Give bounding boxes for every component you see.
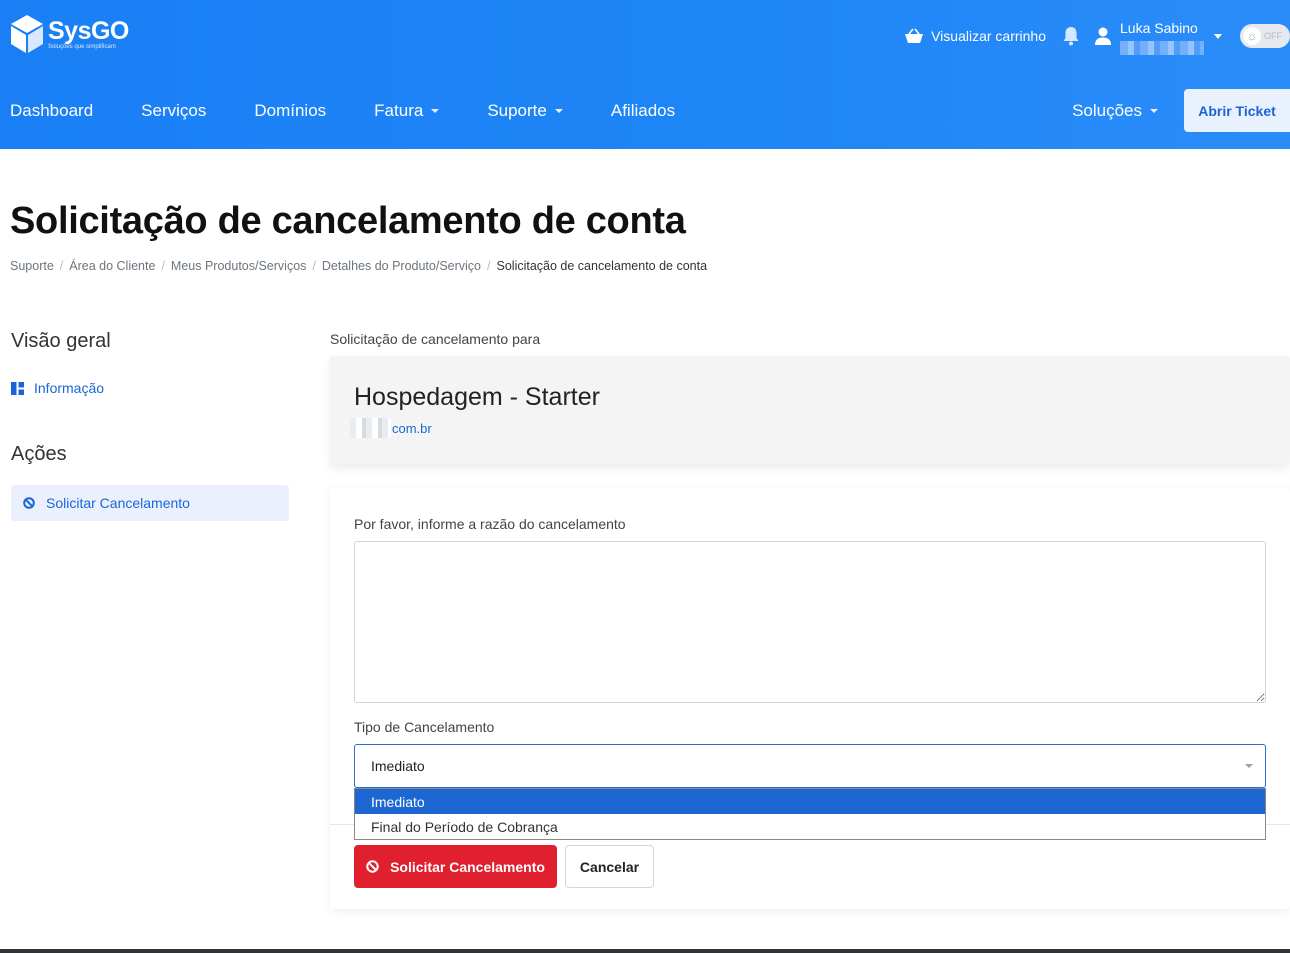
logo-name: SysGO — [48, 17, 129, 45]
main-nav: Dashboard Serviços Domínios Fatura Supor… — [0, 88, 723, 134]
sun-icon: ☼ — [1243, 27, 1261, 45]
sidebar-item-label: Solicitar Cancelamento — [46, 495, 190, 511]
cancellation-form: Por favor, informe a razão do cancelamen… — [330, 488, 1290, 909]
basket-icon — [905, 28, 924, 43]
theme-toggle-label: OFF — [1264, 31, 1282, 41]
user-email-redacted — [1120, 40, 1204, 55]
reason-label: Por favor, informe a razão do cancelamen… — [354, 516, 626, 532]
chevron-down-icon — [554, 109, 563, 113]
cancellation-type-label: Tipo de Cancelamento — [354, 719, 495, 735]
sidebar-item-info[interactable]: Informação — [11, 380, 104, 396]
chevron-down-icon — [1214, 33, 1222, 39]
product-card: Hospedagem - Starter com.br — [330, 356, 1290, 464]
page-title: Solicitação de cancelamento de conta — [10, 200, 686, 242]
user-menu[interactable]: Luka Sabino — [1094, 18, 1222, 55]
product-name: Hospedagem - Starter — [354, 383, 600, 411]
nav-domains[interactable]: Domínios — [254, 101, 326, 121]
bell-icon[interactable] — [1062, 26, 1080, 46]
theme-toggle[interactable]: ☼ OFF — [1240, 24, 1290, 48]
domain-redacted — [350, 418, 391, 438]
nav-solutions[interactable]: Soluções — [1072, 101, 1158, 121]
dropdown-option[interactable]: Final do Período de Cobrança — [355, 814, 1265, 839]
cancellation-type-dropdown: Imediato Final do Período de Cobrança — [354, 788, 1266, 840]
breadcrumb-item[interactable]: Meus Produtos/Serviços — [171, 259, 306, 273]
cancellation-for-label: Solicitação de cancelamento para — [330, 331, 541, 347]
chevron-down-icon — [431, 109, 440, 113]
view-cart-label: Visualizar carrinho — [931, 28, 1046, 44]
logo-cube-icon — [11, 15, 43, 53]
submit-cancellation-button[interactable]: Solicitar Cancelamento — [354, 845, 557, 888]
sidebar-item-cancel[interactable]: Solicitar Cancelamento — [11, 485, 289, 521]
breadcrumb: Suporte / Área do Cliente / Meus Produtos/… — [10, 259, 708, 273]
user-name: Luka Sabino — [1120, 19, 1198, 36]
cancel-button[interactable]: Cancelar — [565, 845, 654, 888]
nav-services[interactable]: Serviços — [141, 101, 206, 121]
nav-invoice[interactable]: Fatura — [374, 101, 440, 121]
submit-cancellation-label: Solicitar Cancelamento — [390, 858, 545, 875]
product-domain[interactable]: com.br — [350, 418, 432, 438]
sidebar-item-label: Informação — [34, 380, 105, 396]
reason-textarea[interactable] — [354, 541, 1266, 703]
breadcrumb-item[interactable]: Área do Cliente — [69, 259, 155, 273]
view-cart-link[interactable]: Visualizar carrinho — [904, 28, 1046, 44]
cancellation-type-select[interactable]: Imediato — [354, 744, 1266, 788]
site-header: SysGO Soluções que simplificam Visualiza… — [0, 0, 1290, 149]
breadcrumb-item[interactable]: Suporte — [10, 259, 54, 273]
dashboard-icon — [11, 381, 24, 395]
chevron-down-icon — [1245, 764, 1253, 768]
chevron-down-icon — [1150, 108, 1158, 113]
ban-icon — [23, 497, 35, 509]
breadcrumb-item[interactable]: Detalhes do Produto/Serviço — [322, 259, 481, 273]
nav-dashboard[interactable]: Dashboard — [10, 101, 93, 121]
cancellation-type-value: Imediato — [371, 758, 425, 774]
user-icon — [1095, 27, 1111, 45]
actions-heading: Ações — [11, 443, 67, 465]
domain-suffix: com.br — [392, 420, 432, 436]
logo[interactable]: SysGO Soluções que simplificam — [10, 14, 129, 54]
dropdown-option[interactable]: Imediato — [355, 789, 1265, 814]
nav-affiliates[interactable]: Afiliados — [611, 101, 675, 121]
open-ticket-button[interactable]: Abrir Ticket — [1184, 89, 1290, 132]
breadcrumb-current: Solicitação de cancelamento de conta — [496, 259, 708, 273]
nav-support[interactable]: Suporte — [487, 101, 563, 121]
footer-bar — [0, 949, 1290, 953]
ban-icon — [366, 860, 379, 873]
overview-heading: Visão geral — [11, 330, 111, 352]
